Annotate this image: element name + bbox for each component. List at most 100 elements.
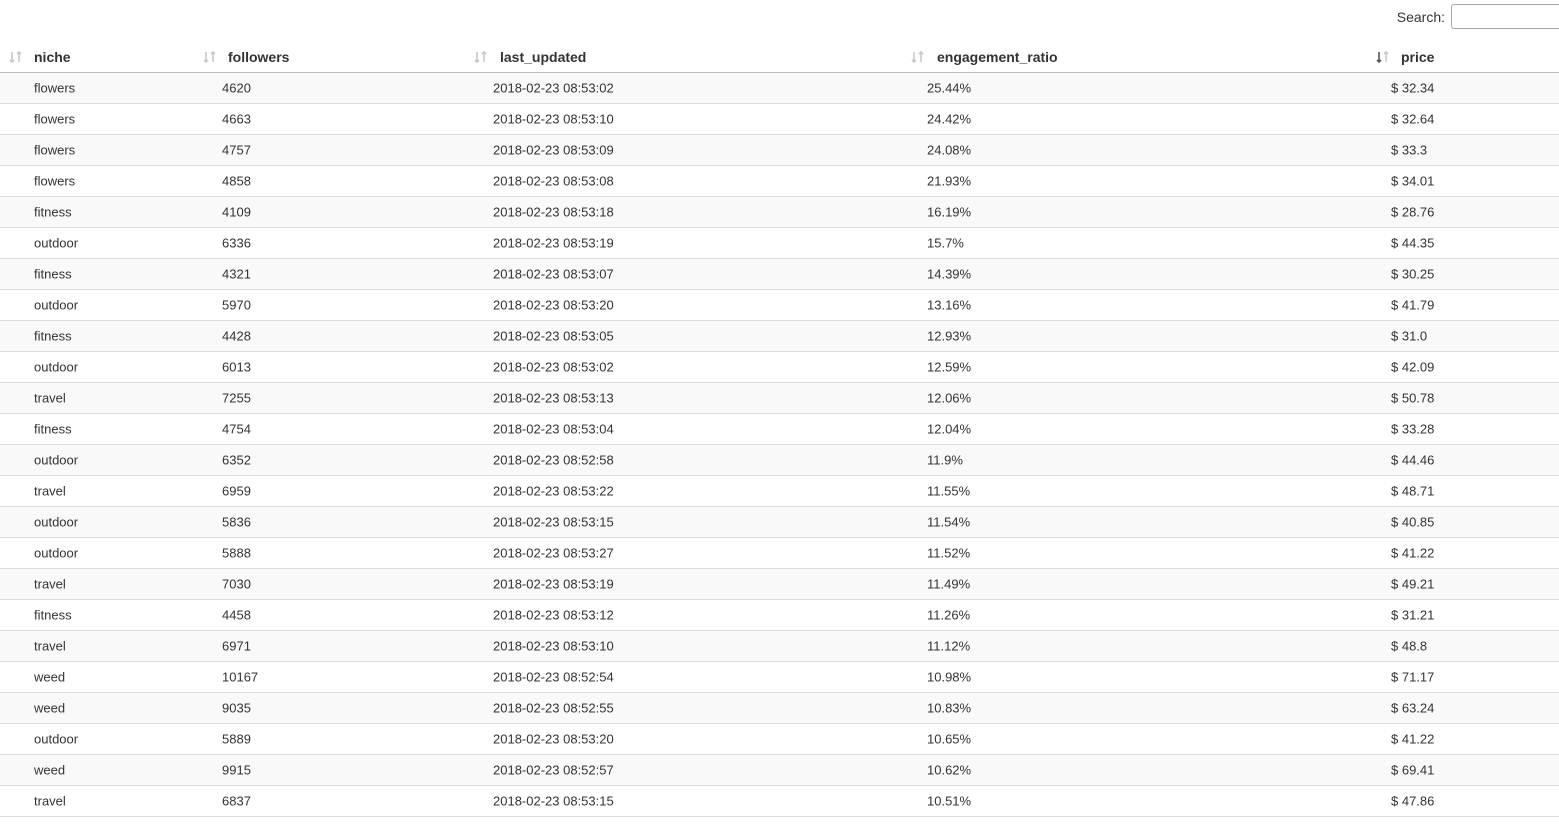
- cell-engagement-ratio-text: 10.51%: [927, 793, 972, 809]
- cell-followers-text: 4109: [222, 204, 251, 220]
- cell-price: $ 33.3: [1367, 134, 1559, 166]
- cell-niche-text: travel: [34, 390, 66, 406]
- cell-last-updated-text: 2018-02-23 08:53:12: [493, 607, 614, 623]
- column-header-last-updated[interactable]: last_updated: [466, 41, 903, 73]
- table-body: flowers 4620 2018-02-23 08:53:02 25.44% $ 32…: [0, 72, 1559, 817]
- cell-last-updated-text: 2018-02-23 08:53:10: [493, 638, 614, 654]
- cell-last-updated-text: 2018-02-23 08:53:07: [493, 266, 614, 282]
- cell-last-updated: 2018-02-23 08:53:19: [466, 227, 903, 259]
- table-row: outdoor 5888 2018-02-23 08:53:27 11.52% $ 41…: [0, 537, 1559, 569]
- sort-both-icon: [911, 50, 924, 63]
- cell-engagement-ratio: 12.06%: [903, 382, 1367, 414]
- cell-price: $ 34.01: [1367, 165, 1559, 197]
- table-row: outdoor 5889 2018-02-23 08:53:20 10.65% $ 41…: [0, 723, 1559, 755]
- cell-followers-text: 10167: [222, 669, 259, 685]
- cell-last-updated: 2018-02-23 08:53:05: [466, 320, 903, 352]
- table-row: fitness 4428 2018-02-23 08:53:05 12.93% $ 31…: [0, 320, 1559, 352]
- cell-followers: 5970: [194, 289, 466, 321]
- cell-engagement-ratio: 11.12%: [903, 630, 1367, 662]
- cell-price-text: $ 33.28: [1391, 421, 1435, 437]
- table-row: outdoor 5970 2018-02-23 08:53:20 13.16% $ 41…: [0, 289, 1559, 321]
- cell-price: $ 31.21: [1367, 599, 1559, 631]
- cell-engagement-ratio: 11.55%: [903, 475, 1367, 507]
- cell-niche-text: flowers: [34, 111, 76, 127]
- cell-price: $ 32.64: [1367, 103, 1559, 135]
- column-header-engagement-ratio[interactable]: engagement_ratio: [903, 41, 1367, 73]
- cell-niche: weed: [0, 692, 194, 724]
- cell-engagement-ratio-text: 11.26%: [927, 607, 971, 623]
- cell-engagement-ratio-text: 24.08%: [927, 142, 972, 158]
- cell-last-updated-text: 2018-02-23 08:53:09: [493, 142, 614, 158]
- cell-niche: weed: [0, 754, 194, 786]
- cell-last-updated-text: 2018-02-23 08:53:19: [493, 576, 614, 592]
- cell-last-updated: 2018-02-23 08:53:08: [466, 165, 903, 197]
- cell-last-updated-text: 2018-02-23 08:52:54: [493, 669, 614, 685]
- cell-last-updated: 2018-02-23 08:53:18: [466, 196, 903, 228]
- cell-engagement-ratio-text: 10.83%: [927, 700, 972, 716]
- cell-niche-text: flowers: [34, 142, 76, 158]
- cell-followers-text: 9915: [222, 762, 251, 778]
- cell-price: $ 44.35: [1367, 227, 1559, 259]
- cell-last-updated: 2018-02-23 08:53:10: [466, 630, 903, 662]
- cell-price: $ 69.41: [1367, 754, 1559, 786]
- cell-price: $ 50.78: [1367, 382, 1559, 414]
- cell-price-text: $ 34.01: [1391, 173, 1435, 189]
- cell-price-text: $ 69.41: [1391, 762, 1435, 778]
- cell-followers-text: 6837: [222, 793, 251, 809]
- cell-engagement-ratio: 11.26%: [903, 599, 1367, 631]
- column-label-niche: niche: [34, 48, 71, 65]
- cell-niche: fitness: [0, 599, 194, 631]
- cell-engagement-ratio: 25.44%: [903, 72, 1367, 104]
- cell-engagement-ratio-text: 16.19%: [927, 204, 972, 220]
- cell-last-updated-text: 2018-02-23 08:53:13: [493, 390, 614, 406]
- cell-engagement-ratio-text: 15.7%: [927, 235, 964, 251]
- cell-engagement-ratio-text: 11.12%: [927, 638, 971, 654]
- cell-engagement-ratio: 11.49%: [903, 568, 1367, 600]
- cell-last-updated-text: 2018-02-23 08:53:05: [493, 328, 614, 344]
- column-header-price[interactable]: price: [1367, 41, 1559, 73]
- cell-engagement-ratio-text: 12.59%: [927, 359, 972, 375]
- cell-engagement-ratio: 11.52%: [903, 537, 1367, 569]
- cell-last-updated: 2018-02-23 08:53:10: [466, 103, 903, 135]
- cell-niche: flowers: [0, 103, 194, 135]
- cell-followers: 4757: [194, 134, 466, 166]
- cell-engagement-ratio-text: 13.16%: [927, 297, 972, 313]
- cell-last-updated-text: 2018-02-23 08:53:20: [493, 731, 614, 747]
- cell-engagement-ratio-text: 24.42%: [927, 111, 972, 127]
- cell-engagement-ratio: 10.51%: [903, 785, 1367, 817]
- cell-last-updated: 2018-02-23 08:53:12: [466, 599, 903, 631]
- cell-engagement-ratio-text: 10.65%: [927, 731, 972, 747]
- column-header-followers[interactable]: followers: [194, 41, 466, 73]
- cell-last-updated-text: 2018-02-23 08:53:02: [493, 359, 614, 375]
- cell-niche: outdoor: [0, 537, 194, 569]
- search-input[interactable]: [1451, 4, 1559, 29]
- cell-price-text: $ 44.46: [1391, 452, 1435, 468]
- cell-last-updated: 2018-02-23 08:53:27: [466, 537, 903, 569]
- cell-engagement-ratio-text: 21.93%: [927, 173, 972, 189]
- cell-followers: 9915: [194, 754, 466, 786]
- cell-price-text: $ 71.17: [1391, 669, 1435, 685]
- cell-followers-text: 6013: [222, 359, 251, 375]
- data-table: niche followers last_updated engagement_…: [0, 41, 1559, 817]
- cell-followers-text: 5889: [222, 731, 251, 747]
- sort-both-icon: [203, 50, 216, 63]
- cell-niche: outdoor: [0, 723, 194, 755]
- cell-engagement-ratio: 14.39%: [903, 258, 1367, 290]
- cell-price: $ 41.79: [1367, 289, 1559, 321]
- cell-niche-text: outdoor: [34, 359, 79, 375]
- sort-both-icon: [474, 50, 487, 63]
- cell-price-text: $ 47.86: [1391, 793, 1435, 809]
- cell-last-updated: 2018-02-23 08:53:02: [466, 72, 903, 104]
- cell-niche-text: fitness: [34, 421, 72, 437]
- cell-engagement-ratio: 11.54%: [903, 506, 1367, 538]
- column-header-niche[interactable]: niche: [0, 41, 194, 73]
- cell-price: $ 41.22: [1367, 723, 1559, 755]
- cell-price-text: $ 32.34: [1391, 80, 1435, 96]
- cell-last-updated: 2018-02-23 08:53:07: [466, 258, 903, 290]
- cell-followers-text: 6971: [222, 638, 251, 654]
- cell-niche: weed: [0, 661, 194, 693]
- cell-engagement-ratio-text: 11.52%: [927, 545, 971, 561]
- cell-followers: 4754: [194, 413, 466, 445]
- table-row: fitness 4321 2018-02-23 08:53:07 14.39% $ 30…: [0, 258, 1559, 290]
- sort-desc-icon: [1376, 50, 1389, 63]
